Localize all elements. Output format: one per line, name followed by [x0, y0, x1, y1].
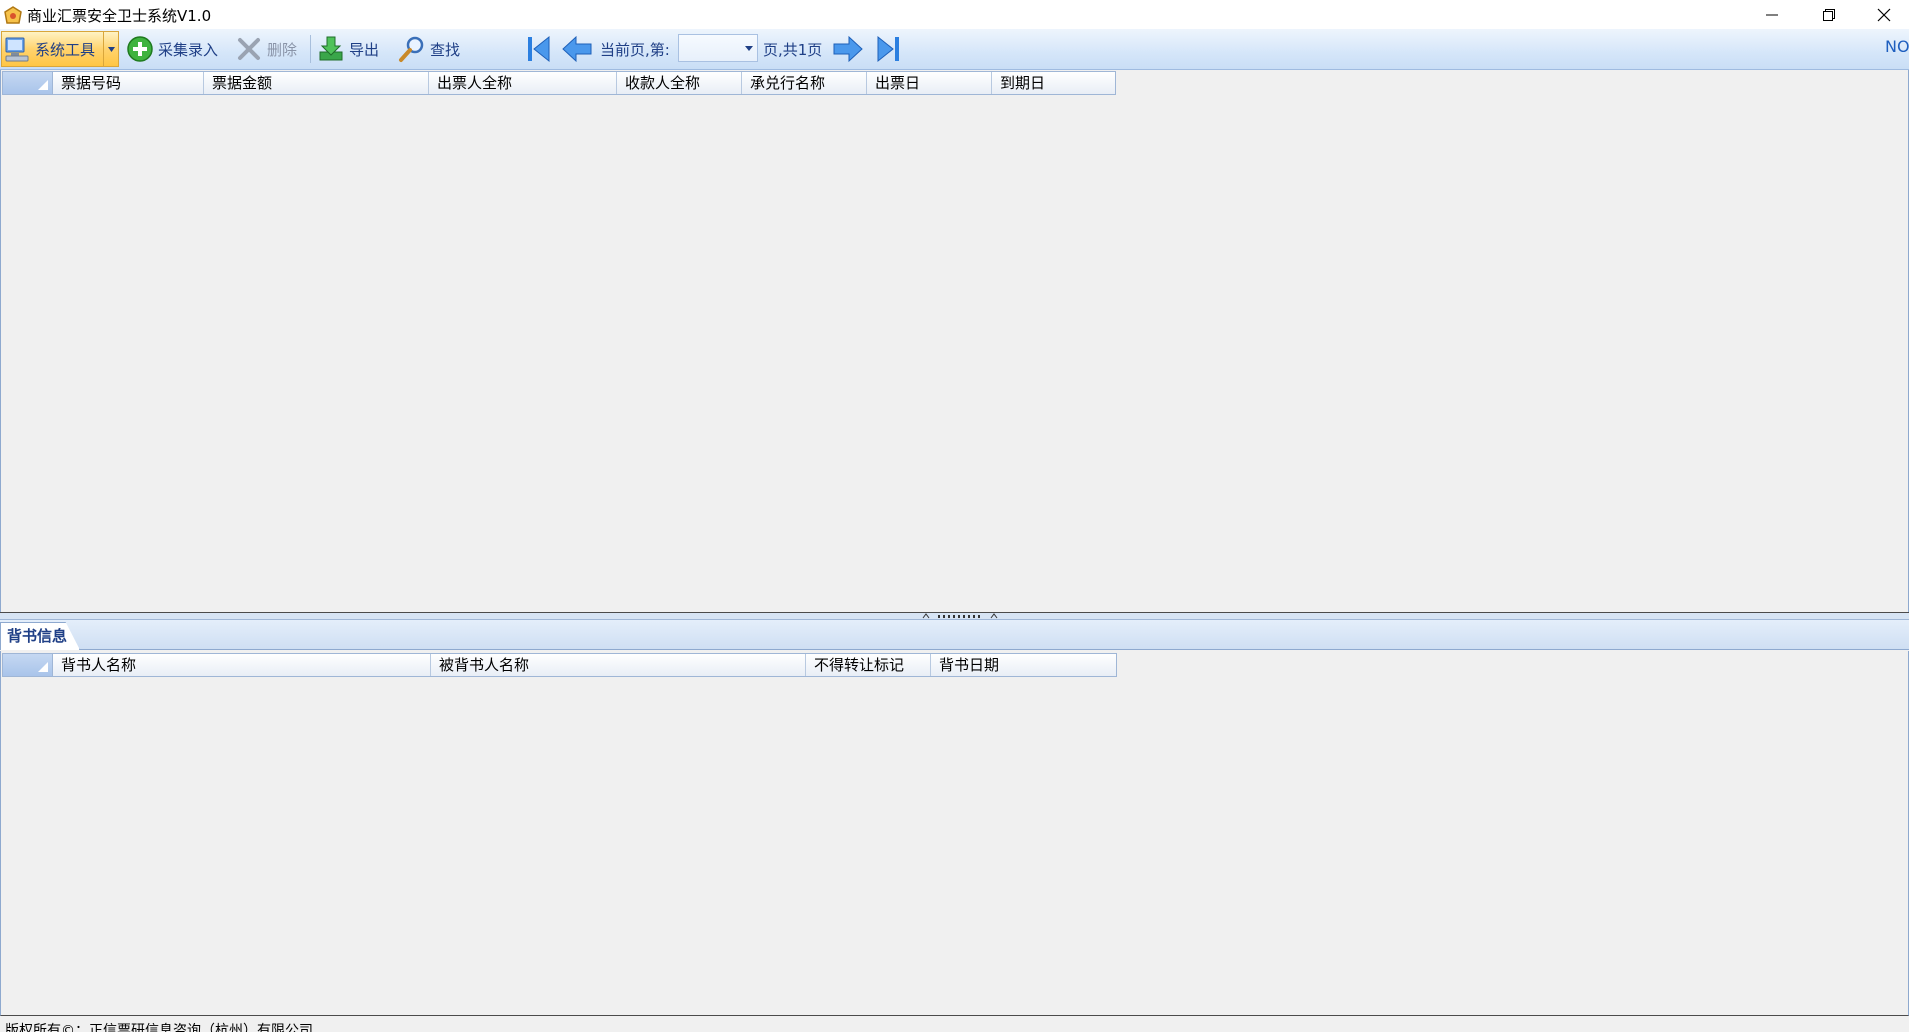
endorsement-grid-header: 背书人名称 被背书人名称 不得转让标记 背书日期 — [2, 653, 1117, 677]
restore-button[interactable] — [1801, 0, 1857, 29]
find-label: 查找 — [430, 40, 461, 59]
splitter-grip-icon — [922, 613, 998, 619]
next-page-button[interactable] — [832, 31, 864, 67]
col-endorsee-name[interactable]: 被背书人名称 — [431, 654, 806, 676]
endorsement-grid[interactable]: 背书人名称 被背书人名称 不得转让标记 背书日期 — [0, 651, 1909, 1016]
find-button[interactable]: 查找 — [397, 31, 460, 67]
delete-button[interactable]: 删除 — [234, 31, 297, 67]
export-button[interactable]: 导出 — [316, 31, 379, 67]
current-page-select[interactable] — [678, 34, 758, 62]
window-title: 商业汇票安全卫士系统V1.0 — [27, 7, 212, 25]
title-bar: 商业汇票安全卫士系统V1.0 — [0, 0, 1909, 29]
delete-label: 删除 — [267, 40, 298, 59]
export-label: 导出 — [349, 40, 380, 59]
toolbar: 系统工具 采集录入 删除 导出 查找 当前页,第: 页,共1页 — [0, 29, 1909, 70]
system-tools-label: 系统工具 — [35, 40, 96, 59]
toolbar-right-text: NO — [1885, 37, 1909, 56]
arrow-left-icon — [562, 35, 592, 63]
restore-icon — [1823, 8, 1835, 21]
last-page-icon — [877, 35, 899, 63]
dropdown-caret-icon[interactable] — [103, 32, 118, 66]
last-page-button[interactable] — [874, 31, 902, 67]
tab-endorsement-info[interactable]: 背书信息 — [0, 622, 80, 650]
minimize-button[interactable] — [1744, 0, 1800, 29]
col-due-date[interactable]: 到期日 — [992, 72, 1115, 94]
col-acceptor-bank[interactable]: 承兑行名称 — [742, 72, 867, 94]
col-bill-amount[interactable]: 票据金额 — [204, 72, 429, 94]
col-endorser-name[interactable]: 背书人名称 — [53, 654, 431, 676]
previous-page-button[interactable] — [561, 31, 593, 67]
panel-splitter[interactable] — [0, 612, 1909, 620]
col-endorsement-date[interactable]: 背书日期 — [931, 654, 1116, 676]
copyright-text: 版权所有©：正信票研信息咨询（杭州）有限公司 — [5, 1023, 313, 1032]
col-issue-date[interactable]: 出票日 — [867, 72, 992, 94]
capture-entry-label: 采集录入 — [158, 40, 219, 59]
capture-entry-button[interactable]: 采集录入 — [125, 31, 218, 67]
status-bar: 版权所有©：正信票研信息咨询（杭州）有限公司 — [0, 1016, 1909, 1032]
select-all-corner[interactable] — [3, 72, 53, 94]
computer-icon — [5, 37, 29, 62]
col-bill-number[interactable]: 票据号码 — [53, 72, 204, 94]
col-payee-name[interactable]: 收款人全称 — [617, 72, 742, 94]
toolbar-separator — [310, 35, 311, 63]
delete-icon — [238, 38, 260, 60]
close-button[interactable] — [1858, 0, 1909, 29]
minimize-icon — [1766, 14, 1778, 15]
arrow-right-icon — [833, 35, 863, 63]
app-logo-icon — [4, 6, 22, 24]
download-icon — [319, 36, 343, 61]
bill-grid-header: 票据号码 票据金额 出票人全称 收款人全称 承兑行名称 出票日 到期日 — [2, 71, 1116, 95]
col-drawer-name[interactable]: 出票人全称 — [429, 72, 617, 94]
detail-tab-strip: 背书信息 — [0, 620, 1909, 650]
col-non-transferable-flag[interactable]: 不得转让标记 — [806, 654, 931, 676]
select-all-corner[interactable] — [3, 654, 53, 676]
total-pages-label: 页,共1页 — [763, 40, 823, 59]
system-tools-button[interactable]: 系统工具 — [1, 31, 119, 67]
search-icon — [399, 36, 424, 62]
current-page-label: 当前页,第: — [600, 40, 670, 59]
bill-grid[interactable]: 票据号码 票据金额 出票人全称 收款人全称 承兑行名称 出票日 到期日 — [0, 70, 1909, 612]
first-page-button[interactable] — [525, 31, 553, 67]
close-icon — [1877, 8, 1890, 21]
first-page-icon — [528, 35, 550, 63]
add-icon — [127, 36, 153, 62]
chevron-down-icon — [745, 46, 753, 51]
